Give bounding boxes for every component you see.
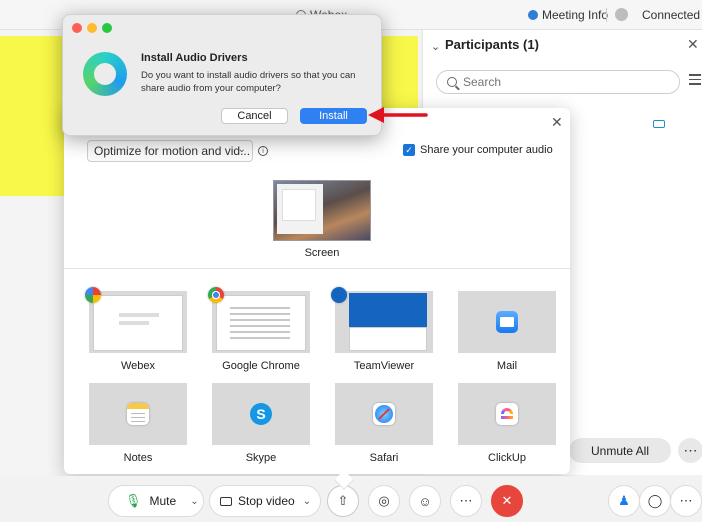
cancel-button[interactable]: Cancel <box>221 108 288 124</box>
app-tile-skype[interactable]: S Skype <box>212 383 310 464</box>
dialog-title: Install Audio Drivers <box>141 52 248 64</box>
microphone-icon: 🎙 <box>125 493 142 508</box>
end-call-button[interactable]: ✕ <box>491 485 523 517</box>
unmute-all-button[interactable]: Unmute All <box>569 438 671 463</box>
app-label: Notes <box>123 452 153 464</box>
app-tile-mail[interactable]: Mail <box>458 291 556 372</box>
app-tile-webex[interactable]: Webex <box>85 287 187 372</box>
record-button[interactable]: ◎ <box>368 485 400 517</box>
stop-video-label: Stop video <box>238 494 295 508</box>
chrome-icon <box>208 287 224 303</box>
red-arrow-annotation <box>368 107 428 123</box>
participants-toggle-button[interactable]: ♟ <box>608 485 640 517</box>
more-icon: ⋯ <box>679 493 693 508</box>
optimize-dropdown[interactable]: Optimize for motion and vid... ⌄ <box>87 140 253 162</box>
more-icon: ⋯ <box>459 493 473 508</box>
minimize-window-icon[interactable] <box>87 23 97 33</box>
app-thumbnail: S <box>212 383 310 445</box>
app-tile-teamviewer[interactable]: TeamViewer <box>331 287 433 372</box>
app-thumbnail <box>212 291 310 353</box>
participant-video-icon <box>653 120 665 128</box>
smiley-icon: ☺ <box>418 493 432 509</box>
stop-video-button[interactable]: Stop video ⌄ <box>209 485 321 517</box>
connection-icon <box>615 8 628 21</box>
dialog-message: Do you want to install audio drivers so … <box>141 70 356 94</box>
share-upload-icon: ⇧ <box>337 493 349 508</box>
screen-label: Screen <box>304 247 340 259</box>
record-icon: ◎ <box>378 493 390 508</box>
chrome-window-preview <box>216 295 306 351</box>
share-audio-label: Share your computer audio <box>420 144 553 156</box>
safari-icon <box>373 403 395 425</box>
checkbox-checked-icon: ✓ <box>403 144 415 156</box>
app-tile-clickup[interactable]: ClickUp <box>458 383 556 464</box>
participants-title: Participants (1) <box>445 37 539 52</box>
screen-thumbnail[interactable] <box>273 180 371 241</box>
close-share-icon[interactable]: ✕ <box>551 114 563 131</box>
participants-search-input[interactable] <box>463 75 663 89</box>
chat-bubble-icon: ◯ <box>647 493 663 508</box>
app-label: Google Chrome <box>222 360 300 372</box>
screen-window-preview-inner <box>282 189 316 221</box>
app-thumbnail <box>458 383 556 445</box>
chevron-down-icon: ⌄ <box>237 144 246 155</box>
more-options-button[interactable]: ⋯ <box>450 485 482 517</box>
share-divider <box>64 268 570 269</box>
search-icon <box>447 77 457 87</box>
webex-logo-icon <box>83 52 127 96</box>
app-label: Skype <box>245 452 277 464</box>
install-button[interactable]: Install <box>300 108 367 124</box>
app-label: Webex <box>120 360 156 372</box>
mail-icon <box>496 311 518 333</box>
clickup-icon <box>496 403 518 425</box>
mute-button[interactable]: 🎙 Mute ⌄ <box>108 485 204 517</box>
info-icon[interactable]: i <box>258 146 268 156</box>
end-call-icon: ✕ <box>501 493 513 508</box>
collapse-chevron-icon[interactable]: ⌄ <box>431 40 440 53</box>
titlebar-divider <box>606 8 607 22</box>
app-thumbnail <box>89 291 187 353</box>
share-button[interactable]: ⇧ <box>327 470 359 517</box>
meeting-toolbar: 🎙 Mute ⌄ Stop video ⌄ ⇧ ◎ ☺ ⋯ ✕ ♟ ◯ ⋯ <box>0 470 702 522</box>
participants-search[interactable] <box>436 70 680 94</box>
panel-more-button[interactable]: ⋯ <box>670 485 702 517</box>
teamviewer-window-preview <box>349 293 427 327</box>
app-thumbnail <box>458 291 556 353</box>
meeting-info-label: Meeting Info <box>542 8 609 22</box>
app-label: Mail <box>496 360 518 372</box>
app-label: Safari <box>369 452 399 464</box>
skype-icon: S <box>250 403 272 425</box>
participants-more-button[interactable]: ⋯ <box>678 438 702 463</box>
app-label: TeamViewer <box>353 360 415 372</box>
connection-status: Connected <box>642 8 701 22</box>
shield-icon <box>528 10 538 20</box>
video-camera-icon <box>220 496 232 506</box>
meeting-info-button[interactable]: Meeting Info <box>528 8 608 22</box>
webex-icon <box>85 287 101 303</box>
app-label: ClickUp <box>488 452 526 464</box>
chevron-down-icon[interactable]: ⌄ <box>190 496 198 507</box>
sort-icon[interactable] <box>689 74 701 88</box>
close-participants-icon[interactable]: ✕ <box>687 36 699 53</box>
reactions-button[interactable]: ☺ <box>409 485 441 517</box>
app-tile-google-chrome[interactable]: Google Chrome <box>208 287 310 372</box>
app-tile-safari[interactable]: Safari <box>335 383 433 464</box>
optimize-value: Optimize for motion and vid... <box>94 144 251 158</box>
notes-icon <box>127 403 149 425</box>
close-window-icon[interactable] <box>72 23 82 33</box>
app-thumbnail <box>335 291 433 353</box>
app-tile-notes[interactable]: Notes <box>89 383 187 464</box>
chat-button[interactable]: ◯ <box>639 485 671 517</box>
app-thumbnail <box>335 383 433 445</box>
share-content-panel: ✕ Optimize for motion and vid... ⌄ i ✓ S… <box>64 108 570 474</box>
share-audio-checkbox[interactable]: ✓ Share your computer audio <box>403 144 553 156</box>
install-audio-drivers-dialog: Install Audio Drivers Do you want to ins… <box>62 14 382 136</box>
teamviewer-icon <box>331 287 347 303</box>
app-thumbnail <box>89 383 187 445</box>
zoom-window-icon[interactable] <box>102 23 112 33</box>
person-icon: ♟ <box>618 493 630 508</box>
chevron-down-icon[interactable]: ⌄ <box>303 496 311 507</box>
mute-label: Mute <box>149 494 177 508</box>
